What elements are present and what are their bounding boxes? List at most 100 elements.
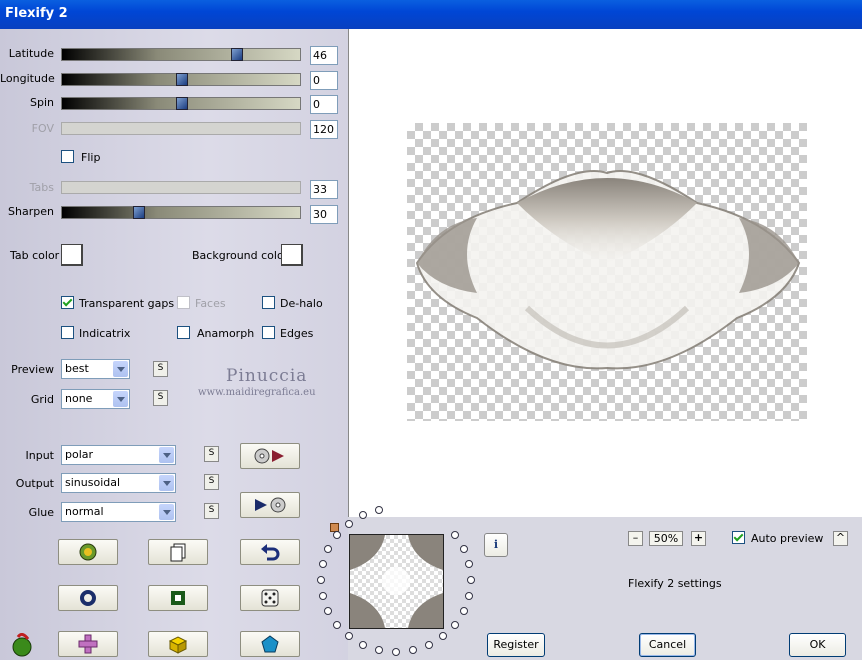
output-select-value: sinusoidal bbox=[65, 476, 121, 489]
background-color-swatch[interactable] bbox=[281, 244, 303, 266]
sharpen-field[interactable]: 30 bbox=[310, 205, 338, 224]
grid-select[interactable]: none bbox=[61, 389, 130, 409]
cross-icon bbox=[78, 634, 98, 654]
zoom-out-button[interactable]: – bbox=[628, 531, 643, 546]
frame-icon bbox=[171, 591, 185, 605]
ring-button[interactable] bbox=[58, 585, 118, 611]
orbit-dot bbox=[392, 648, 400, 656]
sharpen-label: Sharpen bbox=[8, 205, 54, 218]
auto-preview-checkbox[interactable] bbox=[732, 531, 745, 544]
info-button[interactable]: i bbox=[484, 533, 508, 557]
chevron-down-icon[interactable] bbox=[159, 504, 174, 520]
chevron-down-icon[interactable] bbox=[113, 361, 128, 377]
preview-image bbox=[407, 123, 807, 421]
longitude-label: Longitude bbox=[0, 72, 55, 85]
grid-select-label: Grid bbox=[30, 393, 54, 406]
disc-play-icon bbox=[254, 448, 284, 464]
edges-label: Edges bbox=[280, 327, 314, 340]
randomize-button[interactable] bbox=[58, 539, 118, 565]
orbit-dot bbox=[459, 544, 468, 553]
window-title: Flexify 2 bbox=[5, 6, 68, 21]
input-select-label: Input bbox=[25, 449, 54, 462]
orbit-dot bbox=[467, 576, 475, 584]
cross-button[interactable] bbox=[58, 631, 118, 657]
save-output-disc-button[interactable] bbox=[240, 492, 300, 518]
latitude-slider-thumb[interactable] bbox=[231, 48, 243, 61]
output-s-button[interactable]: S bbox=[204, 474, 219, 490]
ok-button[interactable]: OK bbox=[789, 633, 846, 657]
spin-slider-thumb[interactable] bbox=[176, 97, 188, 110]
spin-slider[interactable] bbox=[61, 97, 301, 110]
flip-checkbox[interactable] bbox=[61, 150, 74, 163]
zoom-value[interactable]: 50% bbox=[649, 531, 683, 546]
cancel-button[interactable]: Cancel bbox=[639, 633, 696, 657]
orbit-dot bbox=[408, 646, 417, 655]
cube-button[interactable] bbox=[148, 631, 208, 657]
faces-checkbox bbox=[177, 296, 190, 309]
sharpen-slider[interactable] bbox=[61, 206, 301, 219]
load-input-disc-button[interactable] bbox=[240, 443, 300, 469]
glue-s-button[interactable]: S bbox=[204, 503, 219, 519]
pentagon-icon bbox=[261, 635, 279, 653]
transparent-gaps-label: Transparent gaps bbox=[79, 297, 175, 310]
random-dice-button[interactable] bbox=[240, 585, 300, 611]
grid-select-value: none bbox=[65, 392, 93, 405]
spin-field[interactable]: 0 bbox=[310, 95, 338, 114]
edges-checkbox[interactable] bbox=[262, 326, 275, 339]
preview-canvas[interactable] bbox=[348, 29, 862, 517]
output-select-label: Output bbox=[15, 477, 54, 490]
orbit-dot bbox=[318, 592, 327, 601]
spin-label: Spin bbox=[30, 96, 54, 109]
fov-field: 120 bbox=[310, 120, 338, 139]
orbit-dot bbox=[317, 576, 325, 584]
sharpen-slider-thumb[interactable] bbox=[133, 206, 145, 219]
transparent-gaps-checkbox[interactable] bbox=[61, 296, 74, 309]
input-s-button[interactable]: S bbox=[204, 446, 219, 462]
chevron-down-icon[interactable] bbox=[159, 475, 174, 491]
orbit-dot bbox=[345, 519, 354, 528]
longitude-slider-thumb[interactable] bbox=[176, 73, 188, 86]
tabs-slider bbox=[61, 181, 301, 194]
input-select[interactable]: polar bbox=[61, 445, 176, 465]
navigator-thumbnail[interactable] bbox=[349, 534, 444, 629]
faces-label: Faces bbox=[195, 297, 226, 310]
copy-button[interactable] bbox=[148, 539, 208, 565]
zoom-in-button[interactable]: + bbox=[691, 531, 706, 546]
output-select[interactable]: sinusoidal bbox=[61, 473, 176, 493]
glue-select[interactable]: normal bbox=[61, 502, 176, 522]
play-disc-icon bbox=[255, 497, 286, 513]
register-button[interactable]: Register bbox=[487, 633, 545, 657]
longitude-field[interactable]: 0 bbox=[310, 71, 338, 90]
grid-s-button[interactable]: S bbox=[153, 390, 168, 406]
watermark-name: Pinuccia bbox=[226, 366, 308, 386]
pentagon-button[interactable] bbox=[240, 631, 300, 657]
tab-color-label: Tab color bbox=[10, 249, 60, 262]
globe-gear-icon bbox=[79, 543, 97, 561]
orbit-dot bbox=[450, 531, 459, 540]
tabs-label: Tabs bbox=[29, 181, 54, 194]
orbit-dot bbox=[450, 620, 459, 629]
preview-quality-select[interactable]: best bbox=[61, 359, 130, 379]
undo-button[interactable] bbox=[240, 539, 300, 565]
latitude-field[interactable]: 46 bbox=[310, 46, 338, 65]
anamorph-checkbox[interactable] bbox=[177, 326, 190, 339]
indicatrix-label: Indicatrix bbox=[79, 327, 131, 340]
de-halo-checkbox[interactable] bbox=[262, 296, 275, 309]
title-bar: Flexify 2 bbox=[0, 0, 862, 29]
orbit-dot bbox=[318, 559, 327, 568]
preview-s-button[interactable]: S bbox=[153, 361, 168, 377]
longitude-slider[interactable] bbox=[61, 73, 301, 86]
collapse-button[interactable]: ^ bbox=[833, 531, 848, 546]
anamorph-label: Anamorph bbox=[197, 327, 255, 340]
indicatrix-checkbox[interactable] bbox=[61, 326, 74, 339]
watermark-url: www.maidiregrafica.eu bbox=[198, 387, 316, 398]
chevron-down-icon[interactable] bbox=[113, 391, 128, 407]
navigator-preview-shape bbox=[350, 535, 443, 628]
frame-button[interactable] bbox=[148, 585, 208, 611]
latitude-slider[interactable] bbox=[61, 48, 301, 61]
ring-icon bbox=[80, 590, 96, 606]
tab-color-swatch[interactable] bbox=[61, 244, 83, 266]
chevron-down-icon[interactable] bbox=[159, 447, 174, 463]
glue-select-label: Glue bbox=[28, 506, 54, 519]
input-select-value: polar bbox=[65, 448, 94, 461]
